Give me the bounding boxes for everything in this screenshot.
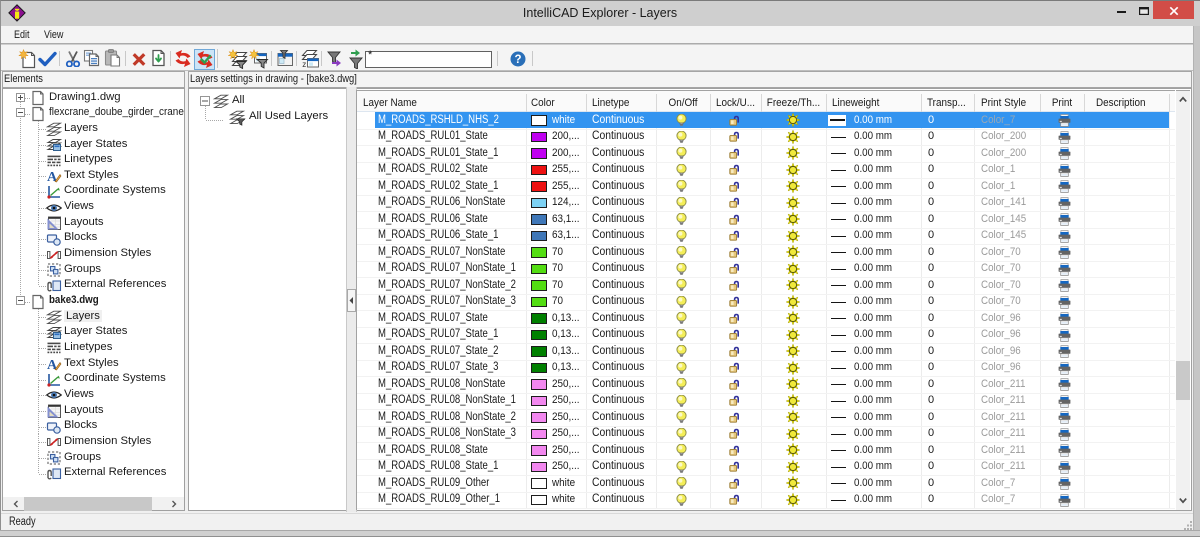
svg-text:z: z [302, 60, 306, 69]
